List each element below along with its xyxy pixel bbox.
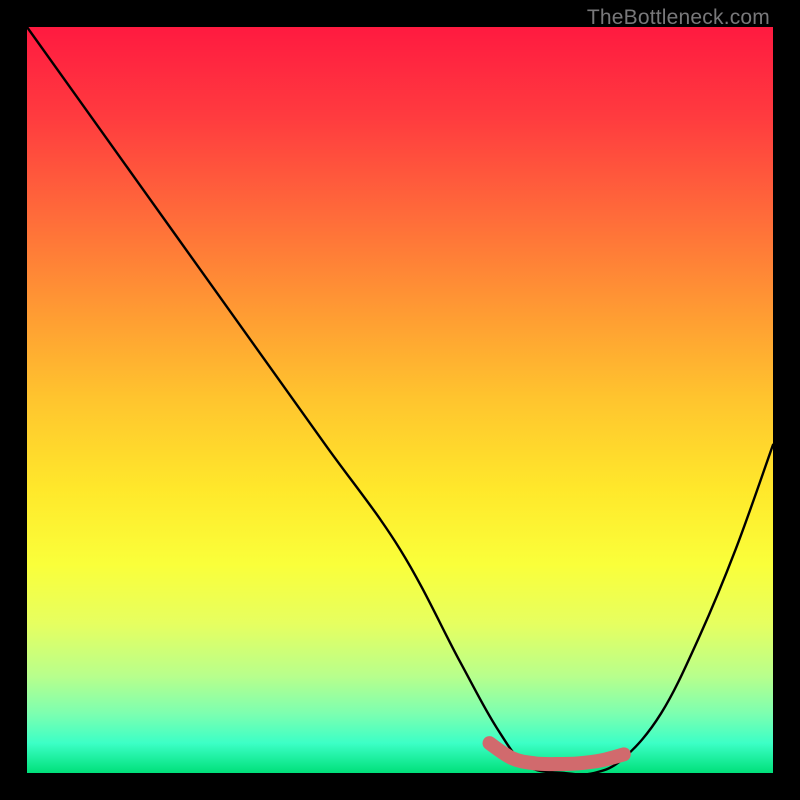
bottleneck-curve <box>27 27 773 773</box>
plot-area <box>27 27 773 773</box>
optimal-range-end-dot <box>617 748 630 761</box>
curve-svg <box>27 27 773 773</box>
chart-frame: { "watermark": "TheBottleneck.com", "cha… <box>0 0 800 800</box>
